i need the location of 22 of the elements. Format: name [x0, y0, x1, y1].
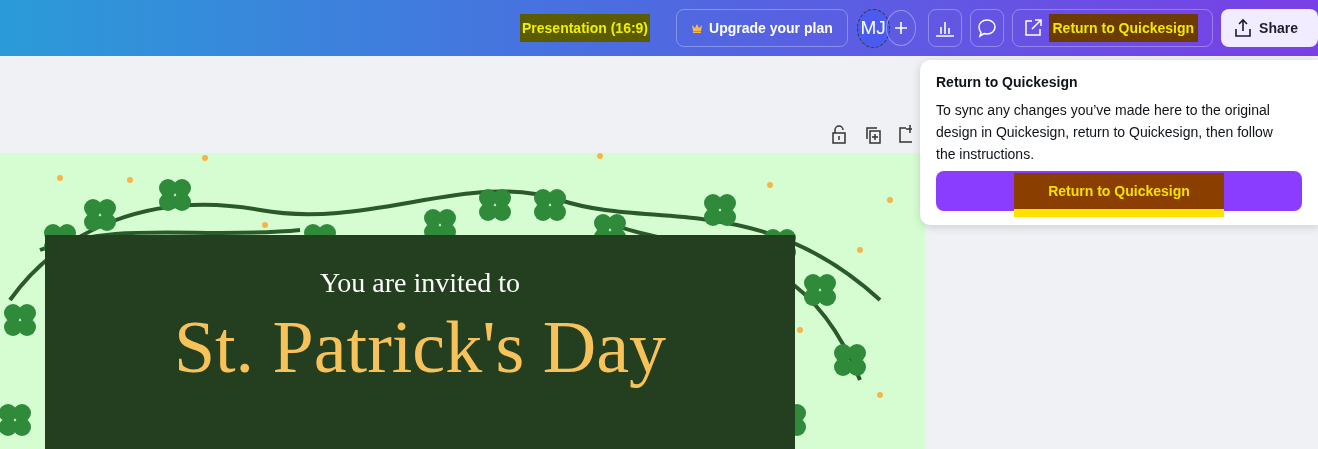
invitation-subtitle: You are invited to: [319, 267, 521, 299]
return-button[interactable]: Return to Quickesign: [1011, 9, 1214, 47]
lock-icon[interactable]: [830, 124, 848, 144]
popover-title: Return to Quickesign: [936, 74, 1079, 90]
duplicate-icon[interactable]: [864, 124, 882, 144]
plus-icon[interactable]: [893, 21, 908, 35]
user-avatar[interactable]: MJ: [856, 8, 890, 48]
invitation-title: St. Patrick's Day: [173, 305, 667, 390]
upgrade-button[interactable]: Upgrade your plan: [676, 9, 848, 47]
upload-icon: [1233, 18, 1254, 38]
speech-bubble-icon: [976, 18, 997, 38]
comment-button[interactable]: [969, 9, 1004, 47]
crown-icon: [691, 23, 704, 33]
popover-text: To sync any changes you’ve made here to the original design in Quickesign, return to Quickesign, then follow the instructions.: [936, 101, 1274, 164]
document-title[interactable]: Presentation (16:9): [520, 14, 651, 42]
add-page-icon[interactable]: [898, 124, 912, 144]
return-button[interactable]: Return to Quickesign: [936, 171, 1302, 211]
external-link-icon: [1022, 18, 1043, 38]
bar-chart-icon: [934, 19, 955, 37]
design-canvas[interactable]: You are invited to St. Patrick's Day: [0, 153, 925, 449]
share-button[interactable]: Share: [1221, 9, 1318, 47]
insights-button[interactable]: [928, 9, 962, 47]
